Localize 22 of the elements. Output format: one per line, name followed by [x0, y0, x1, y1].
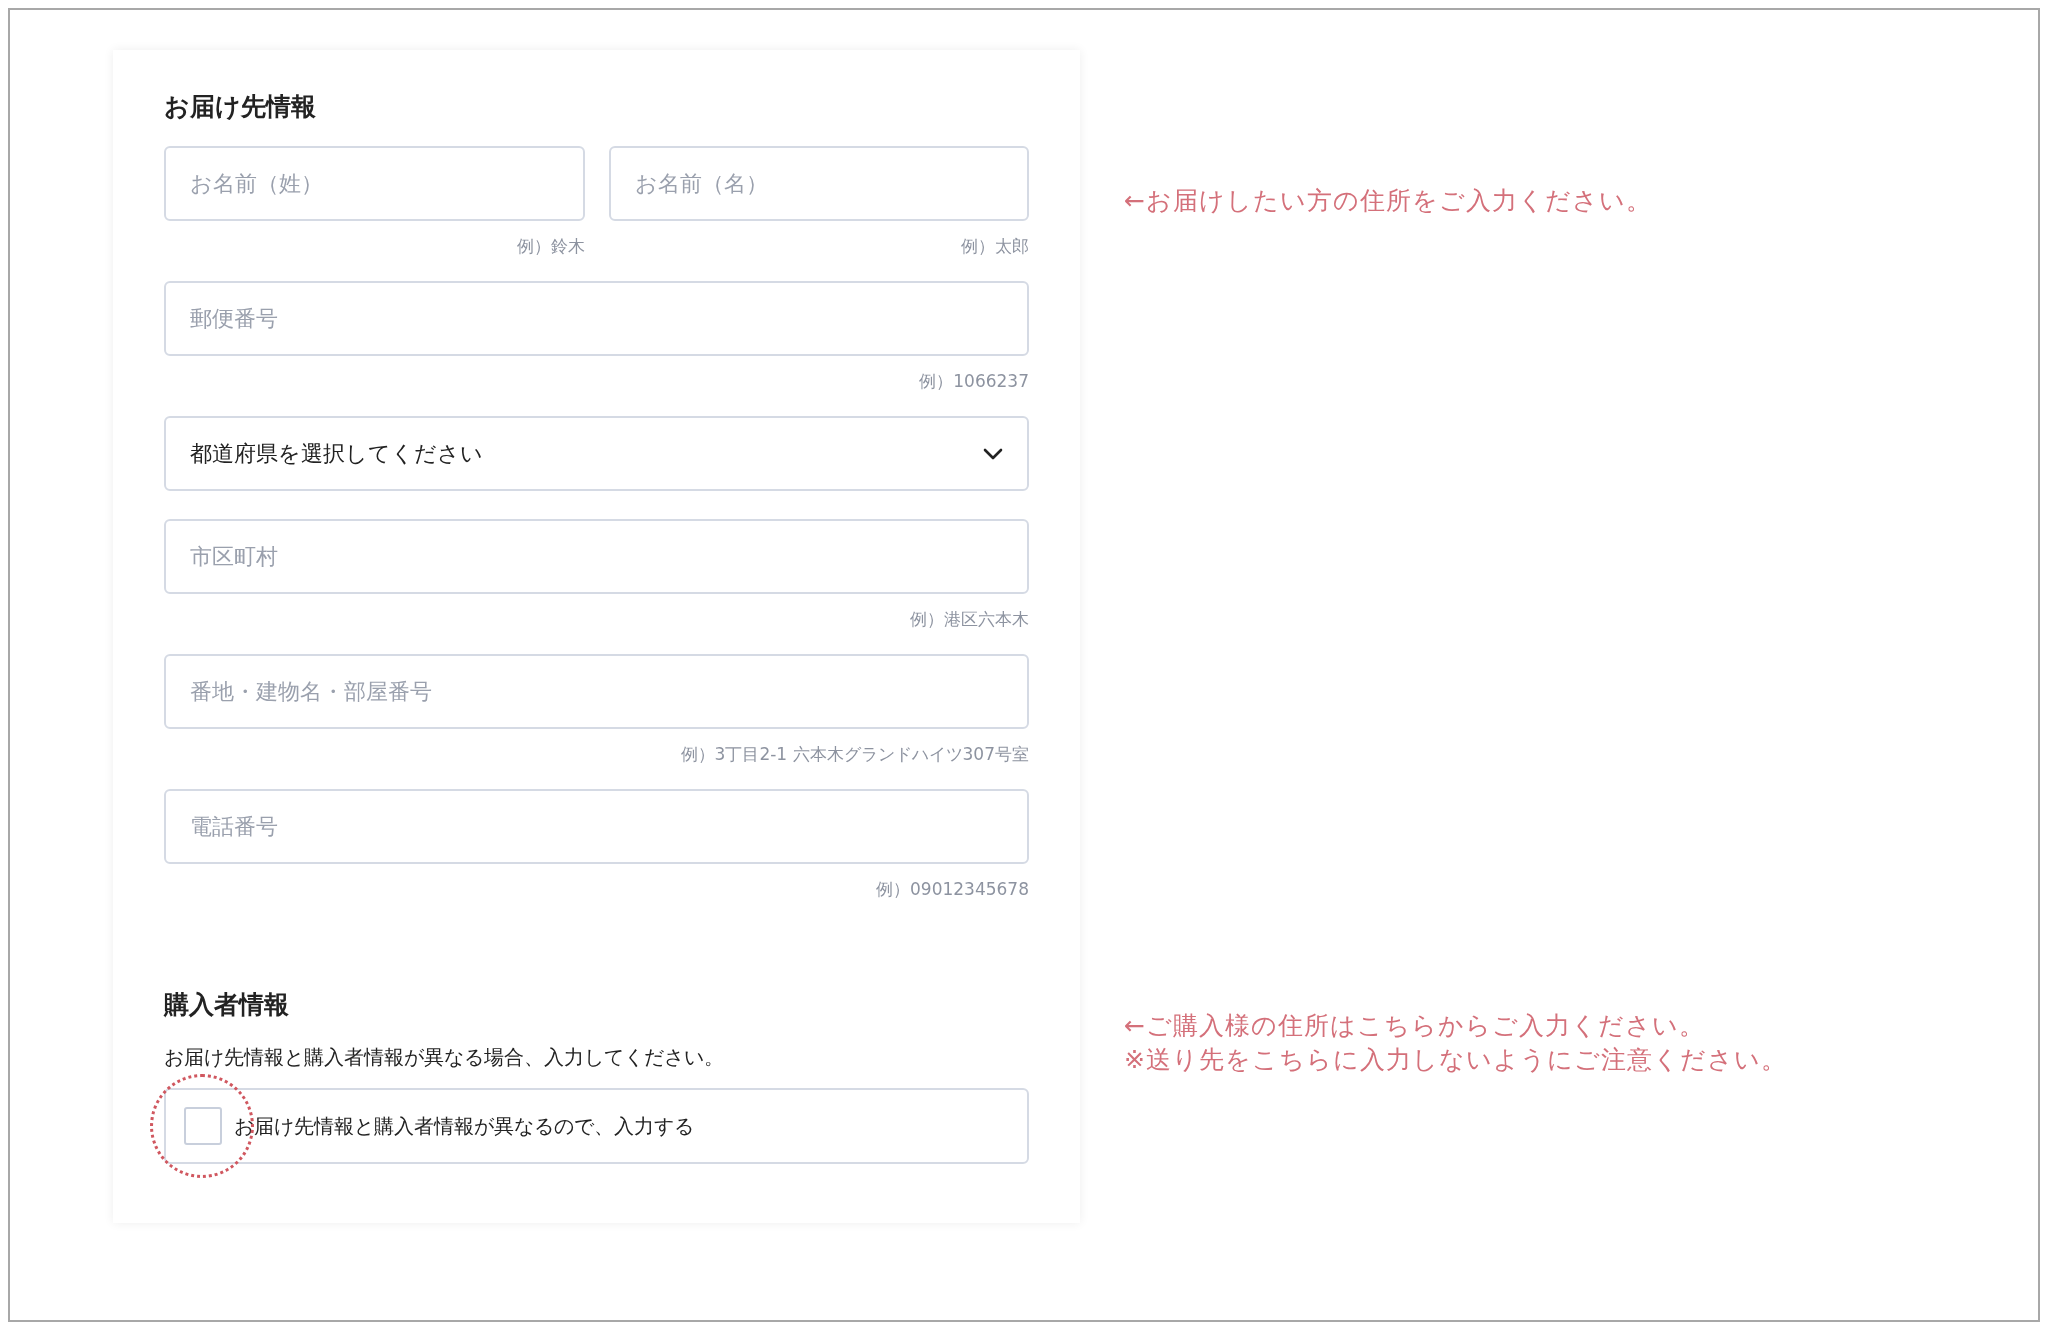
checkbox[interactable]	[184, 1107, 222, 1145]
input-field[interactable]: 番地・建物名・部屋番号	[164, 654, 1029, 729]
annotation-note: ←ご購入様の住所はこちらからご入力ください。	[1124, 1010, 1706, 1042]
annotation-note: ※送り先をこちらに入力しないようにご注意ください。	[1124, 1044, 1787, 1076]
field-hint: 例）3丁目2-1 六本木グランドハイツ307号室	[679, 743, 1029, 766]
input-field[interactable]: 郵便番号	[164, 281, 1029, 356]
prefecture-select[interactable]: 都道府県を選択してください	[164, 416, 1029, 491]
annotation-note: ←お届けしたい方の住所をご入力ください。	[1124, 185, 1653, 217]
section-title: お届け先情報	[164, 92, 317, 122]
field-hint: 例）港区六本木	[909, 608, 1029, 631]
description-text: お届け先情報と購入者情報が異なる場合、入力してください。	[164, 1044, 725, 1071]
chevron-down-icon	[983, 447, 1003, 460]
input-field[interactable]: お名前（姓）	[164, 146, 585, 221]
checkbox-row[interactable]: お届け先情報と購入者情報が異なるので、入力する	[164, 1088, 1029, 1164]
field-hint: 例）1066237	[918, 370, 1029, 393]
field-hint: 例）09012345678	[875, 878, 1029, 901]
field-hint: 例）太郎	[960, 235, 1029, 258]
section-title: 購入者情報	[164, 990, 290, 1020]
input-field[interactable]: お名前（名）	[608, 146, 1029, 221]
field-hint: 例）鈴木	[515, 235, 585, 258]
input-field[interactable]: 電話番号	[164, 789, 1029, 864]
input-field[interactable]: 市区町村	[164, 519, 1029, 594]
